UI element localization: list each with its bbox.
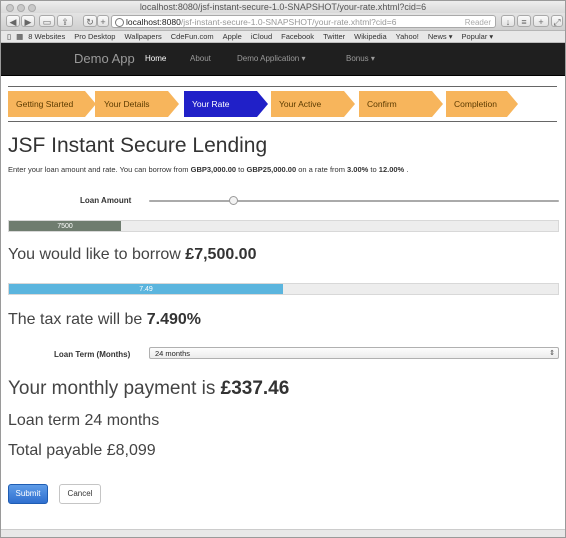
add-button[interactable]: + [97, 15, 109, 27]
download-button[interactable]: ↓ [501, 15, 515, 27]
share-icon: ⇪ [61, 17, 69, 27]
browser-title: localhost:8080/jsf-instant-secure-1.0-SN… [139, 2, 427, 12]
intro-max-rate: 12.00% [378, 165, 405, 174]
plus-icon: + [100, 17, 106, 27]
page-title: JSF Instant Secure Lending [8, 134, 268, 157]
forward-arrow-icon: ▶ [24, 17, 32, 27]
browser-toolbar: ◀ ▶ ▭ ⇪ ↻ + localhost:8080/jsf-instant-s… [1, 13, 565, 31]
new-tab-button[interactable]: + [533, 15, 549, 27]
intro-to: to [370, 165, 377, 174]
tabs-icon: ▭ [42, 17, 52, 27]
intro-min-rate: 3.00% [347, 165, 369, 174]
nav-bonus[interactable]: Bonus ▾ [346, 43, 375, 75]
intro-suffix: . [406, 165, 409, 174]
tax-rate-progress-bar: 7.49 [8, 283, 559, 295]
forward-button[interactable]: ▶ [21, 15, 35, 27]
step-your-details[interactable]: Your Details [95, 91, 179, 117]
tax-rate-bar-value: 7.49 [139, 286, 153, 293]
back-button[interactable]: ◀ [6, 15, 20, 27]
submit-button[interactable]: Submit [8, 484, 48, 504]
bookmark-item[interactable]: iCloud [251, 31, 272, 42]
steps-top-divider [8, 86, 557, 87]
bookmark-item[interactable]: Yahoo! [396, 31, 419, 42]
reader-button[interactable]: Reader [465, 17, 491, 27]
intro-text: Enter your loan amount and rate. You can… [8, 165, 408, 174]
share-button[interactable]: ⇪ [57, 15, 73, 27]
tax-statement: The tax rate will be 7.490% [8, 311, 201, 329]
bookmark-item[interactable]: Popular ▾ [462, 31, 494, 42]
bookmark-item[interactable]: Facebook [281, 31, 314, 42]
bookmark-item[interactable]: Twitter [323, 31, 345, 42]
cancel-button[interactable]: Cancel [59, 484, 101, 504]
browser-title-bar: localhost:8080/jsf-instant-secure-1.0-SN… [1, 1, 565, 13]
borrow-text: You would like to borrow [8, 246, 181, 263]
reload-icon: ↻ [86, 17, 94, 27]
intro-rate-prefix: on a rate from [298, 165, 345, 174]
brand-link[interactable]: Demo App [74, 43, 135, 75]
intro-max-amount: GBP25,000.00 [246, 165, 297, 174]
steps-bottom-divider [8, 121, 557, 122]
sidebar-button[interactable]: ≡ [517, 15, 531, 27]
monthly-payment-statement: Your monthly payment is £337.46 [8, 378, 289, 400]
loan-amount-bar-value: 7500 [57, 223, 73, 230]
loan-amount-slider-handle[interactable] [229, 196, 238, 205]
step-getting-started[interactable]: Getting Started [8, 91, 96, 117]
url-host: localhost:8080 [126, 17, 181, 27]
tax-rate: 7.490% [146, 311, 201, 328]
monthly-payment-text: Your monthly payment is [8, 378, 216, 399]
loan-term-selected: 24 months [155, 349, 191, 358]
loan-term-label: Loan Term (Months) [54, 350, 131, 359]
borrow-amount: £7,500.00 [185, 246, 257, 263]
address-bar[interactable]: localhost:8080/jsf-instant-secure-1.0-SN… [111, 15, 496, 28]
top-sites-icon[interactable]: ▦ [16, 31, 23, 42]
loan-amount-progress-bar: 7500 [8, 220, 559, 232]
minimize-window-icon[interactable] [17, 4, 25, 12]
loan-term-select[interactable]: 24 months ⇕ [149, 347, 559, 359]
show-tabs-button[interactable]: ▭ [39, 15, 55, 27]
intro-to: to [238, 165, 245, 174]
step-your-active[interactable]: Your Active [271, 91, 355, 117]
nav-home[interactable]: Home [145, 43, 166, 75]
step-your-rate[interactable]: Your Rate [184, 91, 268, 117]
bookmarks-book-icon[interactable]: ▯ [7, 31, 11, 42]
tax-text: The tax rate will be [8, 311, 143, 328]
globe-icon [115, 18, 124, 27]
select-arrows-icon: ⇕ [549, 350, 555, 357]
page-bottom-edge [1, 529, 565, 537]
reload-button[interactable]: ↻ [83, 15, 97, 27]
bookmark-item[interactable]: Wikipedia [354, 31, 387, 42]
expand-icon: ⤢ [553, 17, 561, 27]
tax-rate-bar-fill: 7.49 [9, 284, 283, 294]
bookmark-item[interactable]: CdeFun.com [171, 31, 214, 42]
borrow-statement: You would like to borrow £7,500.00 [8, 246, 256, 264]
step-completion[interactable]: Completion [446, 91, 518, 117]
intro-prefix: Enter your loan amount and rate. You can… [8, 165, 189, 174]
back-arrow-icon: ◀ [9, 17, 17, 27]
loan-amount-label: Loan Amount [80, 196, 132, 205]
app-navbar: Demo App Home About Demo Application ▾ B… [1, 43, 565, 76]
close-window-icon[interactable] [6, 4, 14, 12]
bookmark-item[interactable]: 8 Websites [28, 31, 65, 42]
sidebar-icon: ≡ [521, 17, 527, 27]
nav-about[interactable]: About [190, 43, 211, 75]
bookmark-item[interactable]: Wallpapers [124, 31, 161, 42]
nav-demo-application[interactable]: Demo Application ▾ [237, 43, 306, 75]
url-path: /jsf-instant-secure-1.0-SNAPSHOT/your-ra… [180, 17, 397, 27]
loan-amount-bar-fill: 7500 [9, 221, 121, 231]
bookmark-item[interactable]: Pro Desktop [74, 31, 115, 42]
bookmark-item[interactable]: News ▾ [428, 31, 453, 42]
bookmarks-bar: ▯ ▦ 8 Websites Pro Desktop Wallpapers CdeFun.… [1, 31, 565, 43]
download-icon: ↓ [505, 17, 511, 27]
total-payable-statement: Total payable £8,099 [8, 442, 156, 459]
fullscreen-button[interactable]: ⤢ [551, 15, 563, 27]
zoom-window-icon[interactable] [28, 4, 36, 12]
browser-window: localhost:8080/jsf-instant-secure-1.0-SN… [0, 0, 566, 538]
bookmark-item[interactable]: Apple [223, 31, 242, 42]
loan-term-statement: Loan term 24 months [8, 412, 160, 429]
intro-min-amount: GBP3,000.00 [190, 165, 237, 174]
step-confirm[interactable]: Confirm [359, 91, 443, 117]
loan-amount-slider[interactable] [149, 200, 559, 202]
monthly-payment-amount: £337.46 [220, 378, 290, 399]
plus-icon: + [538, 17, 544, 27]
